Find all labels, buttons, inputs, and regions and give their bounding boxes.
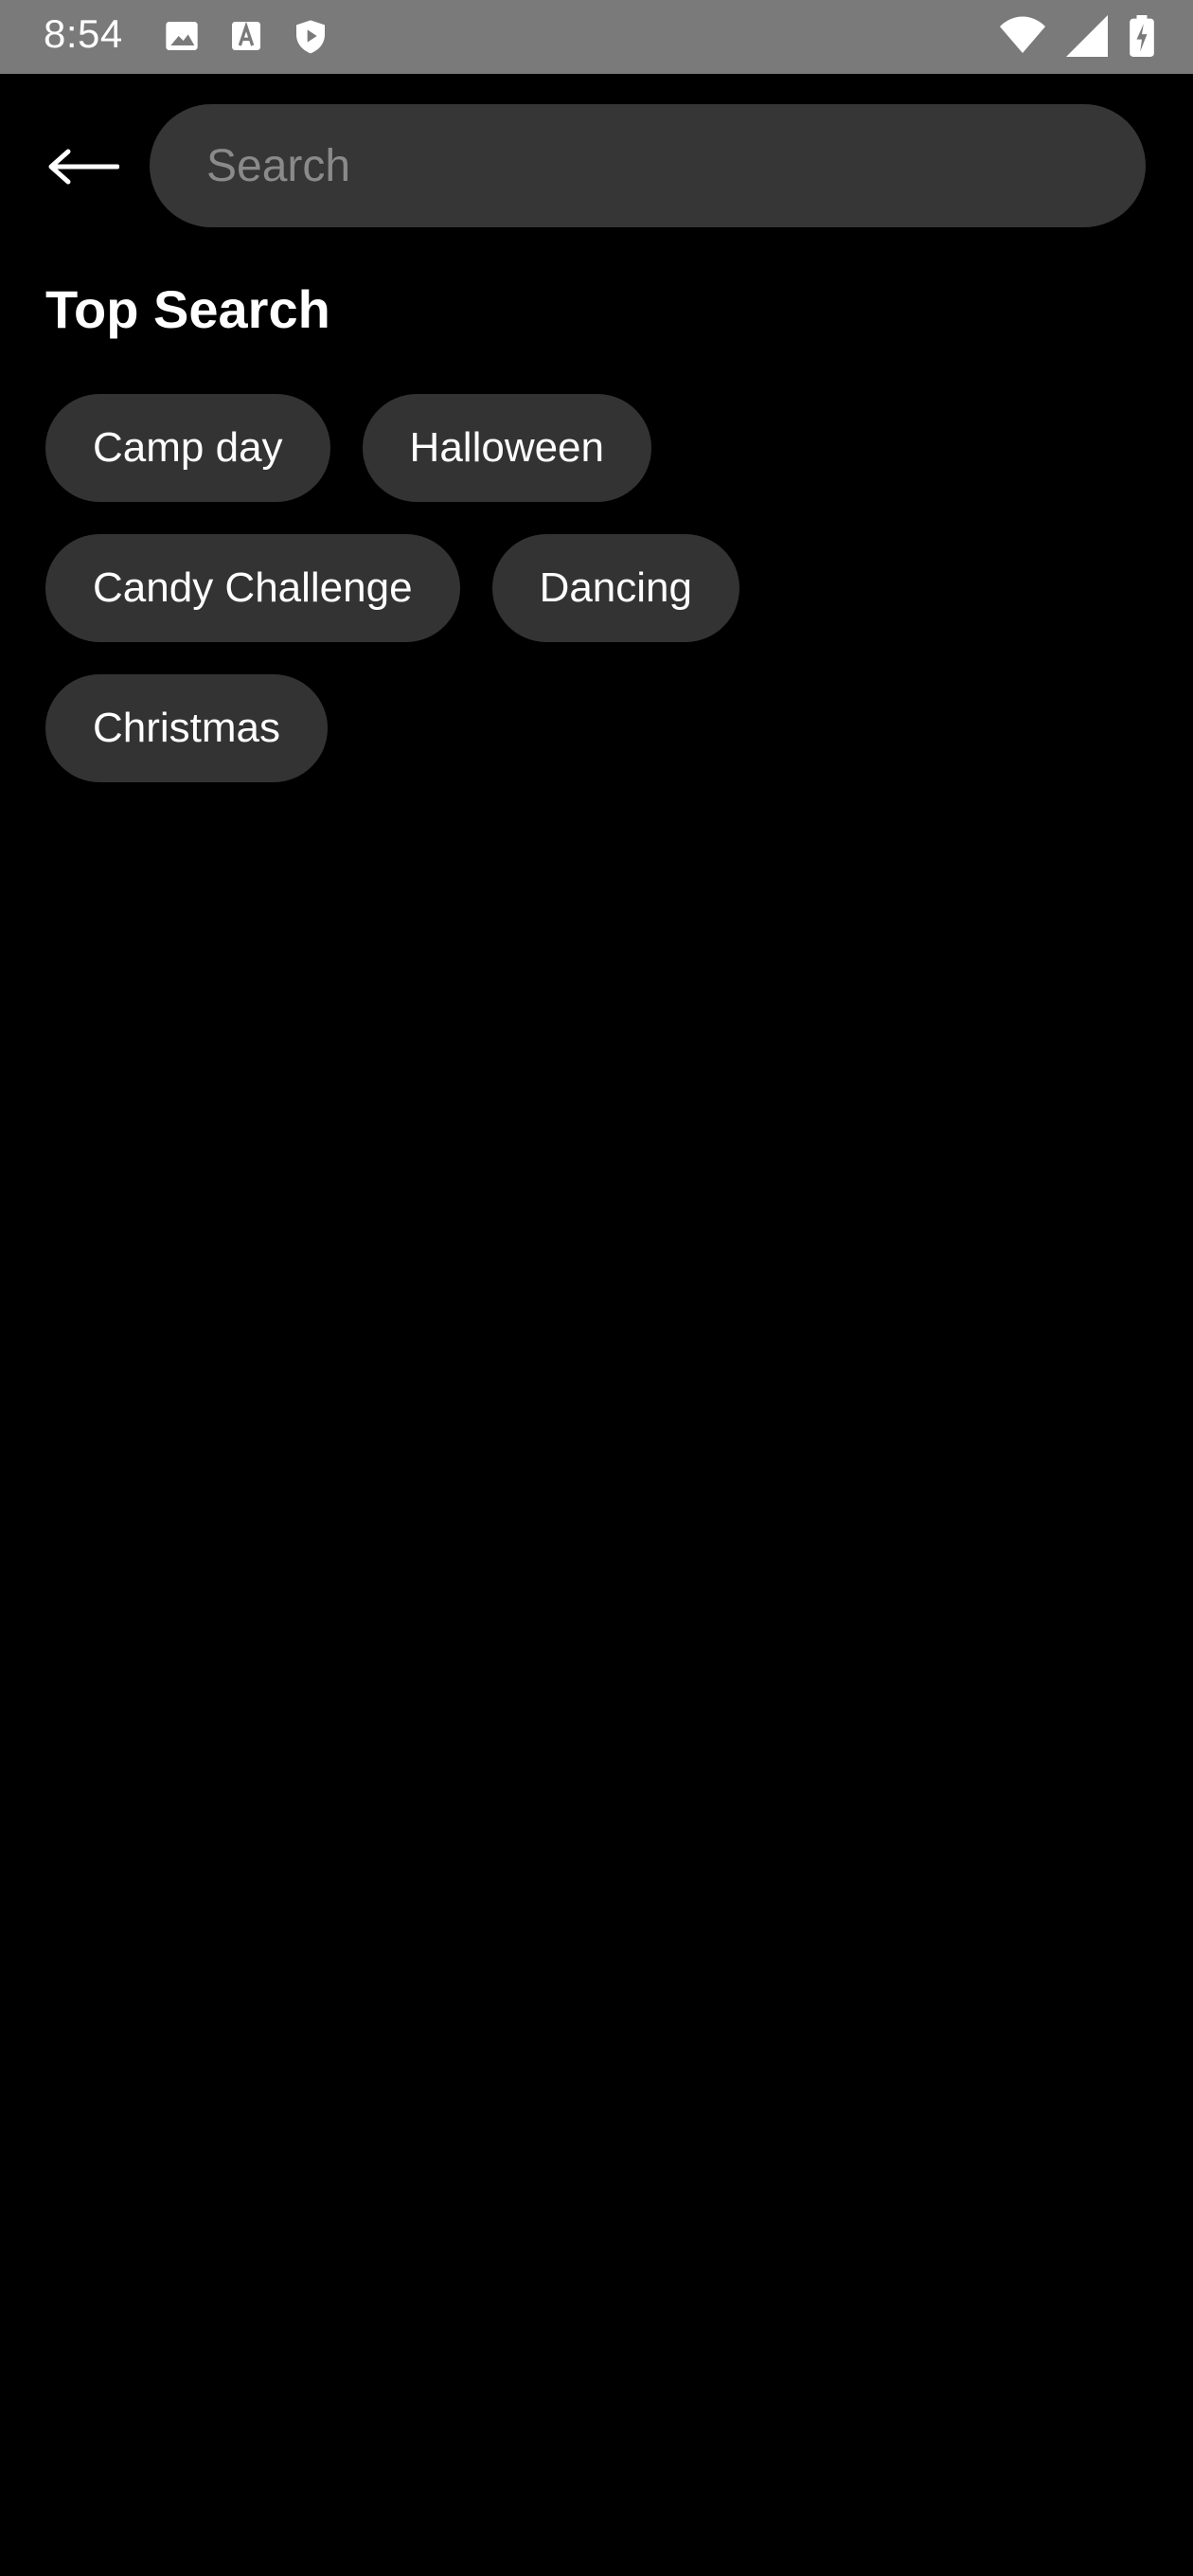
shield-play-icon [292, 17, 329, 55]
chip-row: Candy Challenge Dancing [45, 534, 1144, 642]
status-system-icons [1000, 15, 1155, 57]
arrow-back-icon [47, 148, 119, 186]
battery-charging-icon [1129, 15, 1155, 57]
status-bar: 8:54 [0, 0, 1193, 74]
status-time: 8:54 [44, 11, 123, 56]
search-box[interactable] [150, 104, 1146, 227]
search-bar-row [0, 104, 1193, 227]
wifi-icon [1000, 15, 1045, 57]
status-notification-icons [163, 17, 329, 55]
font-download-icon [227, 17, 265, 55]
chip-dancing[interactable]: Dancing [491, 534, 739, 642]
chip-christmas[interactable]: Christmas [45, 674, 329, 782]
chip-camp-day[interactable]: Camp day [45, 394, 330, 502]
image-icon [163, 17, 201, 55]
cellular-signal-icon [1066, 15, 1108, 57]
chip-row: Camp day Halloween [45, 394, 1144, 502]
chip-candy-challenge[interactable]: Candy Challenge [45, 534, 460, 642]
chip-halloween[interactable]: Halloween [362, 394, 652, 502]
top-search-title: Top Search [45, 279, 330, 339]
search-input[interactable] [206, 104, 1115, 227]
back-button[interactable] [36, 129, 131, 205]
chip-row: Christmas [45, 674, 1144, 782]
top-search-chips: Camp day Halloween Candy Challenge Danci… [45, 394, 1144, 814]
